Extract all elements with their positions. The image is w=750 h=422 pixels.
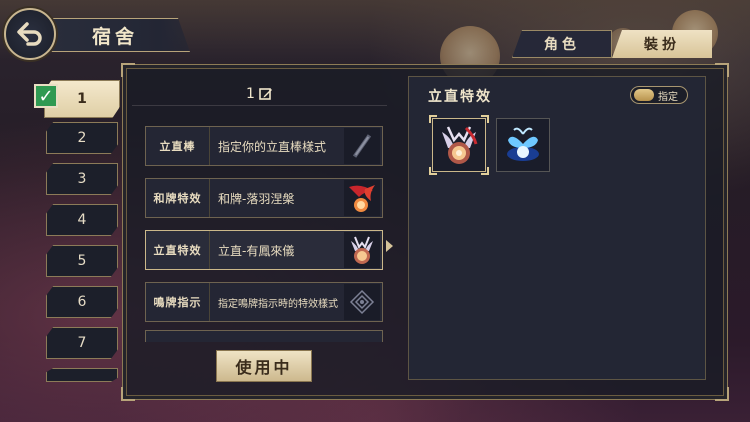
item-row-riichi-effect[interactable]: 立直特效 立直-有鳳來儀: [145, 230, 383, 270]
item-category: 立直特效: [146, 231, 210, 269]
phoenix-effect-icon: [349, 185, 375, 212]
back-arrow-icon: [17, 22, 42, 46]
item-thumbnail: [344, 128, 380, 164]
selected-row-arrow-icon: [386, 240, 393, 252]
frame-corner: [715, 387, 729, 401]
slot-6[interactable]: 6: [46, 286, 118, 318]
slot-7[interactable]: 7: [46, 327, 118, 359]
edit-icon[interactable]: [259, 87, 273, 101]
blue-butterfly-orb-icon: [507, 127, 539, 161]
frame-corner: [715, 63, 729, 77]
call-indicator-icon: [349, 289, 375, 315]
slot-3[interactable]: 3: [46, 163, 118, 195]
item-row-partial[interactable]: [145, 330, 383, 342]
stick-icon: [352, 134, 372, 158]
item-row-riichi-stick[interactable]: 立直棒 指定你的立直棒樣式: [145, 126, 383, 166]
frame-corner: [121, 63, 135, 77]
frame-corner: [121, 387, 135, 401]
item-thumbnail: [344, 284, 380, 320]
item-category: 鳴牌指示: [146, 283, 210, 321]
item-thumbnail: [344, 180, 380, 216]
item-category: 和牌特效: [146, 179, 210, 217]
page-title: 宿舍: [92, 26, 139, 48]
slot-4[interactable]: 4: [46, 204, 118, 236]
loadout-name: 1: [246, 85, 255, 102]
effect-option-blue-butterfly[interactable]: [496, 118, 550, 172]
tab-role[interactable]: 角色: [512, 30, 612, 58]
assign-toggle[interactable]: 指定: [630, 86, 688, 104]
in-use-button[interactable]: 使用中: [216, 350, 312, 382]
selection-bracket: [481, 167, 489, 175]
item-row-call-indicator[interactable]: 鳴牌指示 指定鳴牌指示時的特效樣式: [145, 282, 383, 322]
effect-option-phoenix[interactable]: [429, 115, 489, 175]
item-thumbnail: [344, 232, 380, 268]
selection-bracket: [429, 115, 437, 123]
item-value: 立直-有鳳來儀: [218, 243, 295, 258]
item-value: 指定鳴牌指示時的特效樣式: [218, 298, 338, 310]
loadout-name-header[interactable]: 1: [132, 82, 387, 106]
item-category: 立直棒: [146, 127, 210, 165]
item-value: 指定你的立直棒樣式: [218, 139, 327, 154]
selection-bracket: [481, 115, 489, 123]
phoenix-orb-icon: [351, 236, 373, 264]
selection-bracket: [429, 167, 437, 175]
phoenix-orb-icon: [442, 126, 478, 164]
assign-label: 指定: [658, 91, 678, 103]
slot-5[interactable]: 5: [46, 245, 118, 277]
back-button[interactable]: [4, 8, 56, 60]
effect-panel-title: 立直特效: [428, 89, 492, 105]
slot-8-partial[interactable]: [46, 368, 118, 382]
toggle-switch-icon: [634, 89, 654, 101]
slot-2[interactable]: 2: [46, 122, 118, 154]
item-row-win-effect[interactable]: 和牌特效 和牌-落羽涅槃: [145, 178, 383, 218]
tab-dressup[interactable]: 裝扮: [612, 30, 712, 58]
item-value: 和牌-落羽涅槃: [218, 191, 295, 206]
checkmark-icon: ✓: [34, 84, 58, 108]
